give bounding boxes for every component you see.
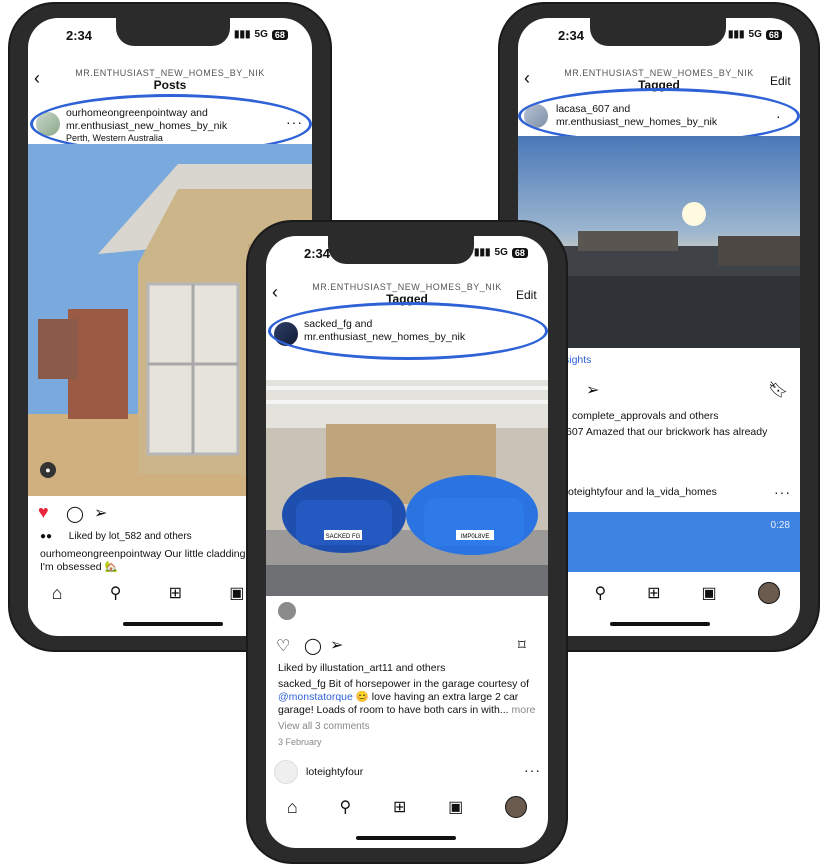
comment-icon[interactable]: ◯	[66, 504, 84, 524]
liked-user-link[interactable]: illustation_art11	[320, 662, 393, 674]
page-title: Posts	[153, 78, 187, 92]
comment-icon[interactable]: ◯	[304, 636, 322, 656]
plate-right-text: IMP0L8VE	[461, 534, 490, 540]
notch	[590, 18, 726, 46]
signal-icon: ▮▮▮	[474, 247, 491, 258]
status-time: 2:34	[304, 246, 331, 261]
caption-author-link[interactable]: ourhomeongreenpointway	[40, 548, 161, 560]
profile-handle: MR.ENTHUSIAST_NEW_HOMES_BY_NIK	[75, 68, 265, 78]
home-icon[interactable]: ⌂	[287, 797, 298, 818]
battery-icon: 68	[511, 247, 528, 258]
save-icon[interactable]: ⌑	[518, 636, 526, 654]
tagged-user-icon[interactable]	[278, 602, 296, 620]
caption: ourhomeongreenpointway Our little claddi…	[40, 548, 246, 560]
view-insights-link[interactable]: sights	[564, 354, 591, 367]
reels-icon[interactable]: ▣	[229, 583, 244, 603]
caption-line2: I'm obsessed 🏡	[40, 561, 118, 573]
view-comments-link[interactable]: View all 3 comments	[278, 720, 370, 733]
notch	[328, 236, 474, 264]
bottom-nav: ⌂ ⚲ ⊞ ▣	[266, 792, 548, 822]
post-date: 3 February	[278, 737, 322, 747]
center-phone: 2:34 ▮▮▮ 5G 68 ‹ MR.ENTHUSIAST_NEW_HOMES…	[248, 222, 566, 862]
search-icon[interactable]: ⚲	[110, 583, 122, 603]
bottom-nav: ⚲ ⊞ ▣	[574, 578, 800, 608]
save-icon[interactable]: 🔖︎	[768, 380, 788, 400]
home-indicator	[610, 622, 710, 626]
center-screen: 2:34 ▮▮▮ 5G 68 ‹ MR.ENTHUSIAST_NEW_HOMES…	[266, 236, 548, 848]
reels-icon[interactable]: ▣	[448, 797, 463, 817]
status-indicators: ▮▮▮ 5G 68	[234, 29, 288, 40]
post-image[interactable]: SACKED FG IMP0L8VE	[266, 380, 548, 596]
share-icon[interactable]: ➢	[94, 503, 107, 523]
create-icon[interactable]: ⊞	[647, 583, 660, 603]
share-icon[interactable]: ➢	[586, 380, 599, 400]
home-icon[interactable]: ⌂	[52, 583, 63, 604]
video-duration: 0:28	[770, 520, 790, 531]
profile-avatar-icon[interactable]	[505, 796, 528, 818]
likes-line: Liked by illustation_art11 and others	[278, 662, 446, 674]
edit-button[interactable]: Edit	[770, 74, 791, 88]
like-heart-icon[interactable]: ♡	[276, 636, 290, 656]
next-post-avatar[interactable]	[274, 760, 298, 784]
notch	[116, 18, 230, 46]
more-link[interactable]: more	[511, 704, 535, 716]
home-indicator	[123, 622, 223, 626]
battery-icon: 68	[765, 29, 782, 40]
likes-line: ●● Liked by lot_582 and others	[40, 531, 192, 542]
caption-line3: garage! Loads of room to have both cars …	[278, 704, 536, 716]
search-icon[interactable]: ⚲	[340, 797, 352, 817]
caption-mention-link[interactable]: @monstatorque	[278, 691, 353, 703]
signal-icon: ▮▮▮	[234, 29, 251, 40]
status-indicators: ▮▮▮ 5G 68	[728, 29, 782, 40]
like-heart-icon[interactable]: ♥	[38, 502, 49, 523]
signal-icon: ▮▮▮	[728, 29, 745, 40]
next-post-user-link[interactable]: loteightyfour	[306, 766, 363, 779]
status-time: 2:34	[558, 28, 585, 43]
more-options-icon-2[interactable]: ···	[774, 484, 791, 500]
highlight-circle	[268, 302, 548, 360]
caption: sacked_fg Bit of horsepower in the garag…	[278, 678, 529, 703]
caption-author-link[interactable]: sacked_fg	[278, 678, 326, 690]
tagged-user-icon[interactable]: ●	[40, 462, 56, 478]
bottom-nav: ⌂ ⚲ ⊞ ▣	[28, 578, 268, 608]
network-label: 5G	[254, 29, 268, 40]
liker-avatars: ●●	[40, 531, 53, 542]
home-indicator	[356, 836, 456, 840]
status-time: 2:34	[66, 28, 93, 43]
edit-button[interactable]: Edit	[516, 288, 537, 302]
battery-icon: 68	[271, 29, 288, 40]
more-options-icon[interactable]: ···	[524, 762, 541, 778]
garage-photo: SACKED FG IMP0L8VE	[266, 380, 548, 596]
next-post-users[interactable]: oteightyfour and la_vida_homes	[568, 486, 717, 499]
profile-handle: MR.ENTHUSIAST_NEW_HOMES_BY_NIK	[312, 282, 502, 292]
create-icon[interactable]: ⊞	[169, 583, 182, 603]
profile-handle: MR.ENTHUSIAST_NEW_HOMES_BY_NIK	[564, 68, 754, 78]
search-icon[interactable]: ⚲	[594, 583, 606, 603]
network-label: 5G	[748, 29, 762, 40]
likes-line: complete_approvals and others	[572, 410, 719, 422]
plate-left-text: SACKED FG	[326, 534, 361, 540]
profile-avatar-icon[interactable]	[757, 582, 780, 604]
liked-user-link[interactable]: lot_582	[109, 531, 142, 542]
reels-icon[interactable]: ▣	[701, 583, 716, 603]
network-label: 5G	[494, 247, 508, 258]
create-icon[interactable]: ⊞	[393, 797, 406, 817]
status-indicators: ▮▮▮ 5G 68	[474, 247, 528, 258]
share-icon[interactable]: ➢	[330, 635, 343, 655]
caption-line: 607 Amazed that our brickwork has alread…	[566, 426, 768, 438]
